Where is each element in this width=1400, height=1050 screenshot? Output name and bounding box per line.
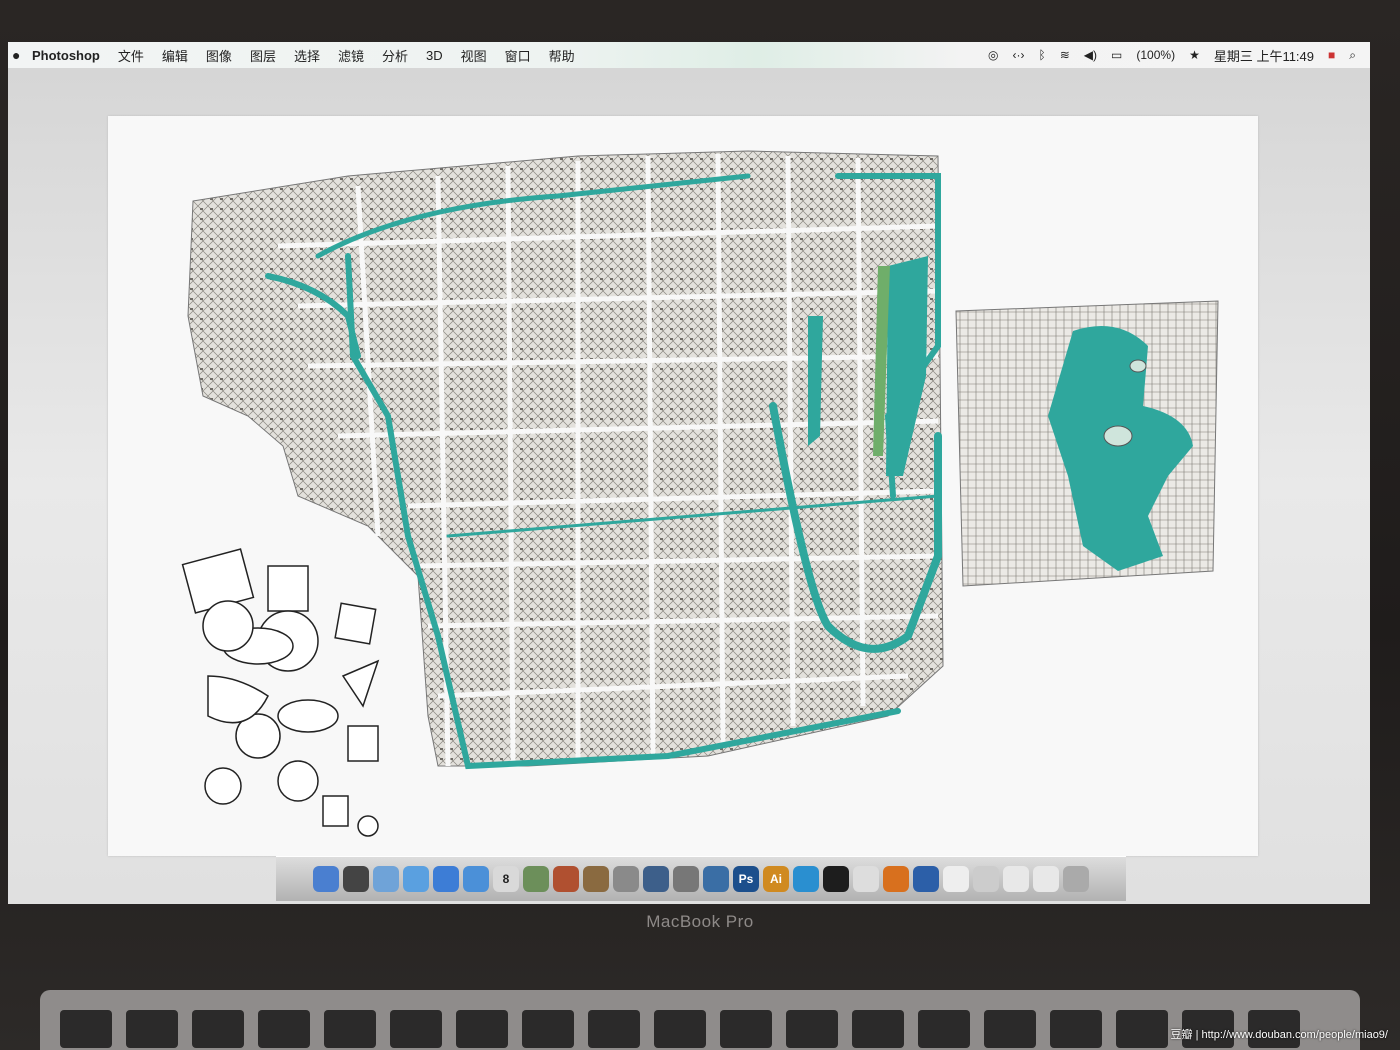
network-icon[interactable]: ‹·› [1013, 48, 1025, 62]
keyboard-keys [60, 1010, 1300, 1048]
garageband-icon[interactable] [583, 866, 609, 892]
itunes-icon[interactable] [433, 866, 459, 892]
calendar-icon[interactable]: 8 [493, 866, 519, 892]
key [456, 1010, 508, 1048]
google-earth-icon[interactable] [913, 866, 939, 892]
menu-layer[interactable]: 图层 [250, 46, 276, 65]
document-icon[interactable] [943, 866, 969, 892]
sync-app-icon[interactable] [613, 866, 639, 892]
status-area: ◎ ‹·› ᛒ ≋ ◀) ▭ (100%) ★ 星期三 上午11:49 ■ ⌕ [988, 46, 1370, 65]
battery-percent[interactable]: (100%) [1136, 48, 1175, 62]
apple-icon[interactable]: ● [12, 47, 26, 63]
menu-filter[interactable]: 滤镜 [338, 46, 364, 65]
illustration-collage [181, 548, 380, 837]
key [390, 1010, 442, 1048]
menu-app-name[interactable]: Photoshop [32, 48, 100, 63]
key [1116, 1010, 1168, 1048]
menu-help[interactable]: 帮助 [549, 46, 575, 65]
downloads-icon[interactable] [973, 866, 999, 892]
photo-booth-icon[interactable] [553, 866, 579, 892]
key [324, 1010, 376, 1048]
key [918, 1010, 970, 1048]
mail-icon[interactable] [373, 866, 399, 892]
dashboard-icon[interactable] [343, 866, 369, 892]
battery-icon[interactable]: ▭ [1111, 48, 1122, 62]
menu-select[interactable]: 选择 [294, 46, 320, 65]
key [984, 1010, 1036, 1048]
finder-icon[interactable] [313, 866, 339, 892]
key [522, 1010, 574, 1048]
watermark: 豆瓣 | http://www.douban.com/people/miao9/ [1170, 1029, 1388, 1041]
spaces-icon[interactable] [643, 866, 669, 892]
messenger-icon[interactable] [793, 866, 819, 892]
key [786, 1010, 838, 1048]
menu-bar: ● Photoshop 文件 编辑 图像 图层 选择 滤镜 分析 3D 视图 窗… [8, 42, 1370, 68]
key [126, 1010, 178, 1048]
iphoto-icon[interactable] [523, 866, 549, 892]
ichat-icon[interactable] [403, 866, 429, 892]
bluetooth-icon[interactable]: ᛒ [1039, 48, 1046, 62]
qq-icon[interactable] [823, 866, 849, 892]
menu-3d[interactable]: 3D [426, 48, 443, 63]
key [720, 1010, 772, 1048]
photoshop-canvas[interactable] [108, 116, 1258, 856]
spotlight-icon[interactable]: ⌕ [1349, 48, 1356, 63]
key [1050, 1010, 1102, 1048]
volume-icon[interactable]: ◀) [1084, 48, 1097, 62]
flag-icon[interactable]: ■ [1328, 48, 1335, 62]
wifi-icon[interactable]: ≋ [1060, 48, 1070, 62]
dock: 8 Ps Ai [276, 856, 1126, 901]
sync-icon[interactable]: ◎ [988, 48, 998, 62]
key [588, 1010, 640, 1048]
illustrator-icon[interactable]: Ai [763, 866, 789, 892]
textedit-icon[interactable] [853, 866, 879, 892]
menu-window[interactable]: 窗口 [505, 46, 531, 65]
hand-drawn-city-map [181, 150, 1219, 837]
key [258, 1010, 310, 1048]
menu-view[interactable]: 视图 [461, 46, 487, 65]
key [60, 1010, 112, 1048]
photoshop-icon[interactable]: Ps [733, 866, 759, 892]
key [852, 1010, 904, 1048]
desktop: 8 Ps Ai [8, 68, 1370, 904]
trash-icon[interactable] [1063, 866, 1089, 892]
menu-edit[interactable]: 编辑 [162, 46, 188, 65]
menu-image[interactable]: 图像 [206, 46, 232, 65]
time-machine-icon[interactable] [703, 866, 729, 892]
menu-analysis[interactable]: 分析 [382, 46, 408, 65]
key [192, 1010, 244, 1048]
image-file-icon[interactable] [1003, 866, 1029, 892]
key [654, 1010, 706, 1048]
laptop-brand-label: MacBook Pro [646, 912, 754, 931]
clock[interactable]: 星期三 上午11:49 [1214, 46, 1314, 65]
menu-file[interactable]: 文件 [118, 46, 144, 65]
favorite-icon[interactable]: ★ [1189, 48, 1200, 62]
preview-icon[interactable] [673, 866, 699, 892]
safari-icon[interactable] [463, 866, 489, 892]
image-file-2-icon[interactable] [1033, 866, 1059, 892]
laptop-screen: ● Photoshop 文件 编辑 图像 图层 选择 滤镜 分析 3D 视图 窗… [8, 42, 1370, 904]
firefox-icon[interactable] [883, 866, 909, 892]
